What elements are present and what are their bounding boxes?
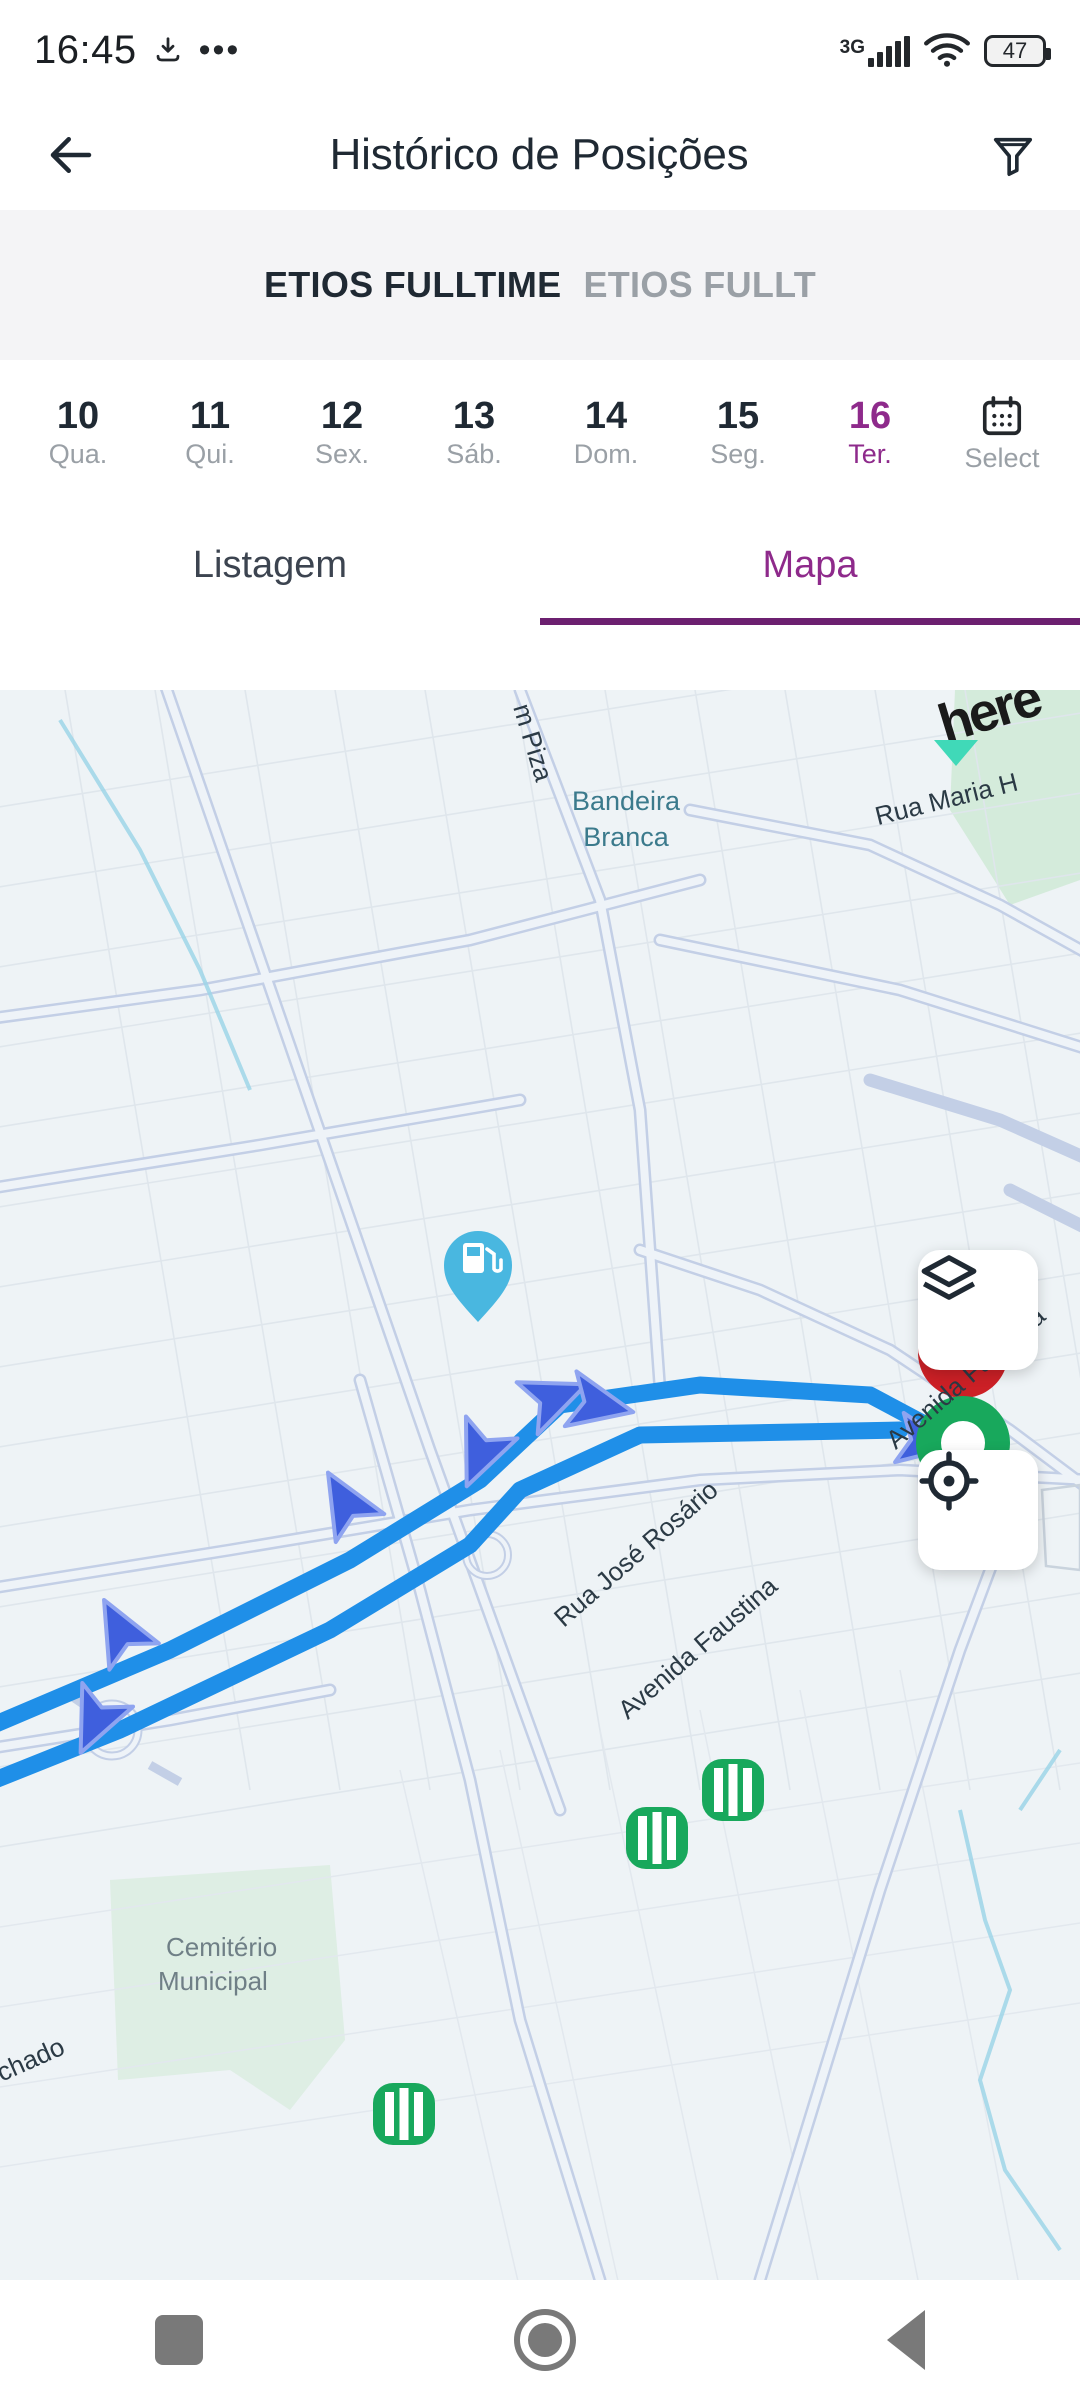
app-bar: Histórico de Posições	[0, 100, 1080, 210]
status-bar-left: 16:45 •••	[34, 28, 240, 73]
filter-funnel-icon[interactable]	[990, 132, 1036, 178]
date-number: 11	[189, 395, 231, 437]
more-dots-icon: •••	[198, 30, 241, 69]
date-weekday: Sex.	[314, 439, 370, 469]
date-item-15[interactable]: 15 Seg.	[672, 397, 804, 468]
map-layers-button[interactable]	[918, 1250, 1038, 1370]
date-weekday: Qua.	[48, 439, 108, 469]
vehicle-selector-bar[interactable]: ETIOS FULLTIME ETIOS FULLT	[0, 210, 1080, 360]
date-item-10[interactable]: 10 Qua.	[12, 397, 144, 468]
date-number: 10	[56, 395, 100, 437]
tab-listagem[interactable]: Listagem	[0, 505, 540, 625]
date-number: 14	[584, 395, 628, 437]
date-number: 15	[716, 395, 760, 437]
wifi-icon	[924, 33, 970, 67]
date-selector[interactable]: 10 Qua. 11 Qui. 12 Sex. 13 Sáb. 14 Dom. …	[0, 360, 1080, 505]
layers-icon	[921, 1255, 977, 1300]
recents-square-icon[interactable]	[155, 2315, 204, 2365]
signal-bars-icon: 3G	[839, 36, 910, 67]
date-picker-label: Select	[964, 443, 1040, 473]
status-time: 16:45	[34, 27, 137, 72]
date-number: 16	[848, 395, 892, 437]
date-item-12[interactable]: 12 Sex.	[276, 397, 408, 468]
vehicle-next-label[interactable]: ETIOS FULLT	[583, 264, 816, 306]
tab-mapa[interactable]: Mapa	[540, 505, 1080, 625]
status-bar-right: 3G 47	[839, 33, 1051, 67]
vehicle-active-label[interactable]: ETIOS FULLTIME	[264, 264, 562, 306]
date-weekday: Sáb.	[446, 439, 502, 469]
home-circle-icon[interactable]	[513, 2309, 576, 2371]
date-weekday: Seg.	[710, 439, 766, 469]
date-item-11[interactable]: 11 Qui.	[144, 397, 276, 468]
crosshair-location-icon	[919, 1451, 979, 1511]
date-weekday: Ter.	[848, 439, 892, 469]
back-triangle-icon[interactable]	[886, 2310, 925, 2370]
download-icon	[156, 37, 179, 62]
date-picker-button[interactable]: Select	[936, 393, 1068, 472]
date-number: 12	[320, 395, 364, 437]
calendar-icon	[982, 396, 1022, 436]
map-view[interactable]: m Piza Bandeira Branca Rua Maria H Rua J…	[0, 690, 1080, 2280]
android-nav-bar[interactable]	[0, 2280, 1080, 2400]
network-type-label: 3G	[839, 37, 865, 58]
tab-bar[interactable]: Listagem Mapa	[0, 505, 1080, 625]
date-weekday: Qui.	[185, 439, 235, 469]
date-number: 13	[452, 395, 496, 437]
status-bar: 16:45 ••• 3G 47	[0, 0, 1080, 100]
here-logo-triangle	[934, 740, 978, 766]
my-location-button[interactable]	[918, 1450, 1038, 1570]
date-item-13[interactable]: 13 Sáb.	[408, 397, 540, 468]
battery-indicator: 47	[984, 35, 1051, 67]
battery-level: 47	[1002, 38, 1028, 63]
date-weekday: Dom.	[573, 439, 639, 469]
page-title: Histórico de Posições	[329, 130, 749, 179]
date-item-14[interactable]: 14 Dom.	[540, 397, 672, 468]
date-item-16-selected[interactable]: 16 Ter.	[804, 397, 936, 468]
